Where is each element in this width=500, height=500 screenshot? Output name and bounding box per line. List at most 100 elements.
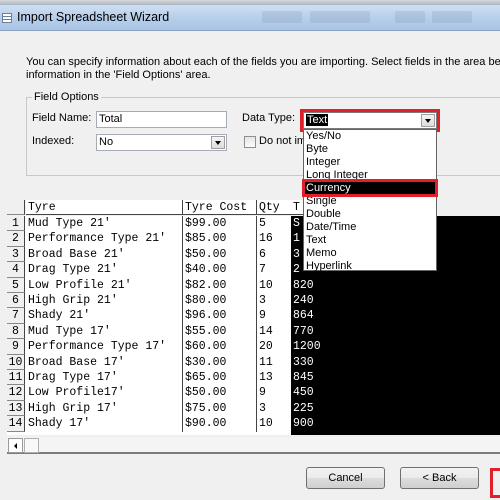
- row-number[interactable]: 4: [7, 262, 25, 278]
- cell-tyre-cost: $60.00: [183, 339, 257, 355]
- horizontal-scrollbar[interactable]: [7, 437, 500, 454]
- row-number[interactable]: 8: [7, 323, 25, 340]
- row-number[interactable]: 11: [7, 370, 25, 386]
- intro-line-1: You can specify information about each o…: [26, 56, 500, 68]
- data-type-option[interactable]: Integer: [304, 156, 436, 169]
- chevron-down-icon[interactable]: [211, 136, 225, 149]
- row-number[interactable]: 13: [7, 400, 25, 417]
- table-row[interactable]: 6 High Grip 21' $80.00 3 240: [7, 293, 351, 309]
- row-number[interactable]: 12: [7, 385, 25, 401]
- table-row[interactable]: 1 Mud Type 21' $99.00 5 S: [7, 216, 351, 232]
- cell-tyre: Broad Base 21': [26, 246, 183, 263]
- cell-tyre: High Grip 17': [26, 400, 183, 417]
- row-number[interactable]: 9: [7, 339, 25, 355]
- field-name-value: Total: [99, 113, 123, 125]
- cell-tyre: Shady 17': [26, 416, 183, 432]
- row-number[interactable]: 6: [7, 293, 25, 309]
- table-row[interactable]: 10 Broad Base 17' $30.00 11 330: [7, 354, 351, 370]
- table-row[interactable]: 11 Drag Type 17' $65.00 13 845: [7, 370, 351, 386]
- table-row[interactable]: 4 Drag Type 21' $40.00 7 2: [7, 262, 351, 278]
- column-header-qty[interactable]: Qty: [257, 200, 291, 216]
- data-type-option[interactable]: Memo: [304, 247, 436, 260]
- cell-qty: 9: [259, 386, 266, 400]
- cell-qty: 10: [259, 417, 273, 431]
- cell-total: 770: [291, 323, 351, 340]
- table-row[interactable]: 12 Low Profile17' $50.00 9 450: [7, 385, 351, 401]
- cell-tyre: Performance Type 17': [26, 339, 183, 355]
- table-row[interactable]: 8 Mud Type 17' $55.00 14 770: [7, 323, 351, 340]
- cell-tyre-cost: $65.00: [183, 370, 257, 386]
- data-type-option[interactable]: Hyperlink: [304, 260, 436, 273]
- cell-tyre: Performance Type 21': [26, 231, 183, 247]
- data-type-option[interactable]: Single: [304, 195, 436, 208]
- indexed-select[interactable]: No: [96, 134, 227, 151]
- cell-tyre: Low Profile17': [26, 385, 183, 401]
- cell-total: 900: [291, 416, 351, 432]
- cell-tyre: High Grip 21': [26, 293, 183, 309]
- table-row[interactable]: 9 Performance Type 17' $60.00 20 1200: [7, 339, 351, 355]
- intro-text: You can specify information about each o…: [26, 56, 500, 82]
- cell-tyre-cost: $75.00: [183, 400, 257, 417]
- row-number[interactable]: 2: [7, 231, 25, 247]
- cell-tyre-cost: $82.00: [183, 277, 257, 293]
- cell-tyre: Drag Type 21': [26, 262, 183, 278]
- data-type-option[interactable]: Yes/No: [304, 130, 436, 143]
- field-name-input[interactable]: Total: [96, 111, 227, 128]
- chevron-down-icon[interactable]: [421, 114, 435, 127]
- data-type-option[interactable]: Currency: [304, 182, 436, 195]
- cell-tyre-cost: $99.00: [183, 216, 257, 232]
- data-type-option[interactable]: Double: [304, 208, 436, 221]
- wizard-window-icon: [2, 13, 12, 23]
- indexed-value: No: [99, 136, 114, 148]
- cell-qty: 5: [259, 217, 266, 230]
- table-row[interactable]: 13 High Grip 17' $75.00 3 225: [7, 400, 351, 417]
- table-row[interactable]: 5 Low Profile 21' $82.00 10 820: [7, 277, 351, 293]
- column-header-tyre-cost[interactable]: Tyre Cost: [183, 200, 257, 216]
- cell-total: 450: [291, 385, 351, 401]
- table-row[interactable]: 14 Shady 17' $90.00 10 900: [7, 416, 351, 432]
- row-number[interactable]: 10: [7, 354, 25, 370]
- cell-total: 864: [291, 308, 351, 324]
- column-header-tyre[interactable]: Tyre: [26, 200, 183, 216]
- cell-qty: 9: [259, 309, 266, 323]
- do-not-import-checkbox[interactable]: [244, 136, 256, 148]
- table-row[interactable]: 3 Broad Base 21' $50.00 6 3: [7, 246, 351, 263]
- cell-tyre: Drag Type 17': [26, 370, 183, 386]
- cell-qty: 3: [259, 294, 266, 307]
- cell-tyre-cost: $96.00: [183, 308, 257, 324]
- row-number[interactable]: 3: [7, 246, 25, 263]
- back-button[interactable]: < Back: [400, 467, 479, 489]
- data-type-option[interactable]: Byte: [304, 143, 436, 156]
- cell-total: 1200: [291, 339, 351, 355]
- cancel-button[interactable]: Cancel: [306, 467, 385, 489]
- cell-qty: 16: [259, 232, 273, 246]
- cell-tyre: Mud Type 21': [26, 216, 183, 232]
- row-number[interactable]: 7: [7, 308, 25, 324]
- cell-qty: 14: [259, 324, 273, 338]
- cell-qty: 13: [259, 371, 273, 384]
- row-number[interactable]: 5: [7, 277, 25, 293]
- row-number[interactable]: 14: [7, 416, 25, 432]
- cell-tyre-cost: $80.00: [183, 293, 257, 309]
- background-ribbon-item: [432, 11, 472, 23]
- data-type-select[interactable]: Text: [303, 112, 437, 129]
- table-row[interactable]: 2 Performance Type 21' $85.00 16 1: [7, 231, 351, 247]
- cell-qty: 6: [259, 247, 266, 261]
- data-type-value: Text: [306, 114, 329, 126]
- scrollbar-thumb[interactable]: [24, 438, 39, 453]
- cell-tyre-cost: $50.00: [183, 385, 257, 401]
- cell-tyre: Mud Type 17': [26, 323, 183, 340]
- row-number[interactable]: 1: [7, 216, 25, 232]
- table-row[interactable]: 7 Shady 21' $96.00 9 864: [7, 308, 351, 324]
- cell-qty: 20: [259, 340, 273, 354]
- data-type-option[interactable]: Text: [304, 234, 436, 247]
- field-options-legend: Field Options: [32, 91, 101, 103]
- cell-qty: 10: [259, 278, 273, 292]
- data-type-option[interactable]: Long Integer: [304, 169, 436, 182]
- window-title: Import Spreadsheet Wizard: [17, 10, 170, 24]
- data-type-option[interactable]: Date/Time: [304, 221, 436, 234]
- data-type-label: Data Type:: [242, 112, 295, 124]
- scroll-left-arrow-icon[interactable]: [8, 438, 23, 453]
- title-bar: Import Spreadsheet Wizard: [0, 5, 500, 31]
- data-type-dropdown[interactable]: Yes/No Byte Integer Long Integer Currency Sin…: [303, 129, 437, 273]
